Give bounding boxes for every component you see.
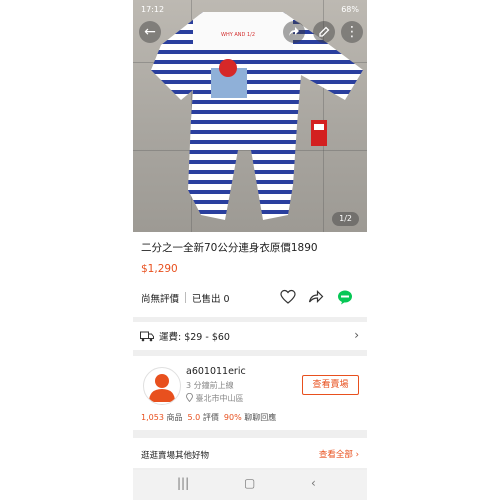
shipping-fee: 運費: $29 - $60 <box>159 332 230 343</box>
product-image[interactable]: WHY AND 1/2 17:12 68% ← ⋮ 1/2 <box>133 0 367 232</box>
rating-value: 5.0 <box>187 413 201 422</box>
status-bar: 17:12 68% <box>133 4 367 16</box>
location-text: 臺北市中山區 <box>195 394 244 403</box>
product-count: 1,053 <box>141 413 164 422</box>
chevron-right-icon: › <box>354 328 359 342</box>
rating-value-label: 評價 <box>202 413 219 422</box>
reply-rate: 90% <box>223 413 242 422</box>
more-options-button[interactable]: ⋮ <box>341 21 363 43</box>
status-time: 17:12 <box>141 5 165 14</box>
line-share-icon[interactable] <box>337 289 353 305</box>
more-from-shop: 逛逛賣場其他好物 查看全部 › <box>133 438 367 468</box>
share-button[interactable] <box>283 21 305 43</box>
share-icon[interactable] <box>308 289 324 305</box>
see-all-label: 查看全部 <box>318 450 353 460</box>
edit-button[interactable] <box>313 21 335 43</box>
share-icon <box>289 27 299 36</box>
truck-icon <box>140 331 154 342</box>
see-all-link[interactable]: 查看全部 › <box>319 448 359 460</box>
seller-name[interactable]: a601011eric <box>186 366 246 377</box>
phone-screen: WHY AND 1/2 17:12 68% ← ⋮ 1/2 二分之一全新70公分… <box>133 0 367 500</box>
recent-apps-button[interactable]: ||| <box>177 476 189 490</box>
avatar[interactable] <box>143 367 181 405</box>
product-price: $1,290 <box>141 263 178 275</box>
reply-rate-label: 聊聊回應 <box>244 413 277 422</box>
visit-shop-button[interactable]: 查看賣場 <box>302 375 359 395</box>
heart-icon[interactable] <box>280 289 296 305</box>
product-title: 二分之一全新70公分連身衣原價1890 <box>141 242 318 254</box>
person-icon <box>149 374 175 402</box>
more-from-shop-label: 逛逛賣場其他好物 <box>141 451 210 461</box>
seller-location: 臺北市中山區 <box>186 392 244 404</box>
edit-icon <box>319 26 330 37</box>
seller-card: a601011eric 3 分鐘前上線 臺北市中山區 查看賣場 1,053 商品… <box>133 356 367 430</box>
home-button[interactable]: ▢ <box>244 476 255 490</box>
product-info: 二分之一全新70公分連身衣原價1890 $1,290 尚無評價 已售出 0 <box>133 232 367 317</box>
rating-label[interactable]: 尚無評價 <box>141 291 179 305</box>
system-nav-bar: ||| ▢ ‹ <box>133 470 367 500</box>
sold-count: 已售出 0 <box>192 294 230 305</box>
chevron-right-icon: › <box>355 450 359 460</box>
seller-stats: 1,053 商品 5.0 評價 90% 聊聊回應 <box>141 412 276 423</box>
divider <box>185 292 186 303</box>
right-margin <box>367 0 500 500</box>
romper-logo: WHY AND 1/2 <box>221 32 255 38</box>
back-nav-button[interactable]: ‹ <box>311 476 316 490</box>
location-pin-icon <box>186 392 193 403</box>
back-button[interactable]: ← <box>139 21 161 43</box>
status-battery: 68% <box>341 5 359 14</box>
image-counter: 1/2 <box>332 212 359 226</box>
left-margin <box>0 0 133 500</box>
product-count-label: 商品 <box>166 413 183 422</box>
last-online: 3 分鐘前上線 <box>186 381 234 390</box>
shipping-row[interactable]: 運費: $29 - $60 › <box>133 322 367 350</box>
